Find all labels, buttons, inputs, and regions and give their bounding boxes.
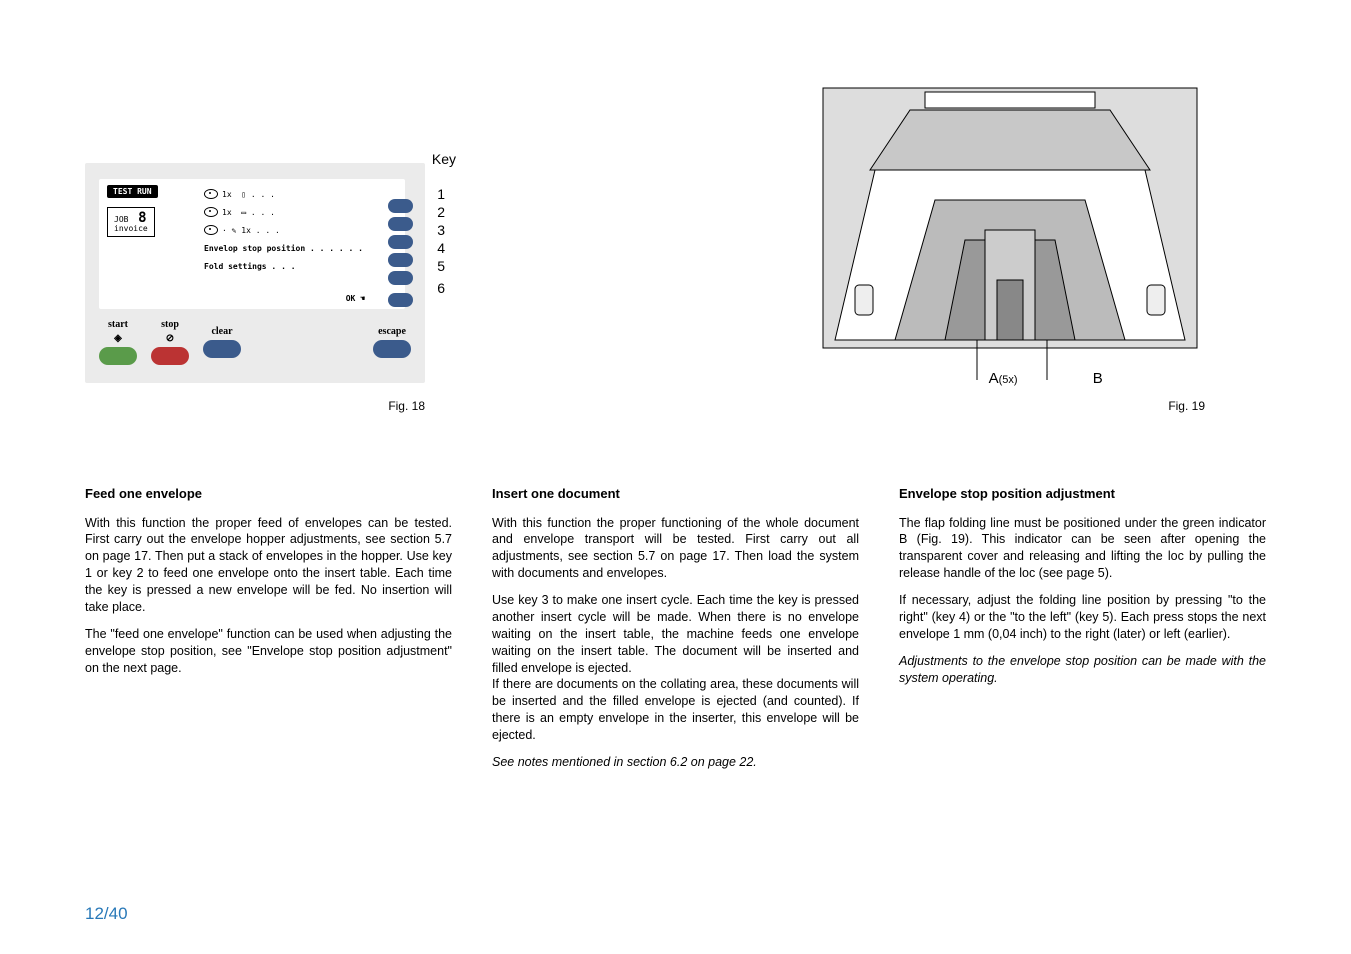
col3-p2: If necessary, adjust the folding line po… [899,592,1266,643]
stop-button: stop ⊘ [151,319,189,365]
fig19-labels: A(5x) B [815,370,1205,387]
col3-p3: Adjustments to the envelope stop positio… [899,653,1266,687]
column-feed-one-envelope: Feed one envelope With this function the… [85,485,452,781]
column-insert-one-document: Insert one document With this function t… [492,485,859,781]
key-number-labels: 1 2 3 4 5 6 [437,185,445,297]
figure-18: Key TEST RUN JOB 8 invoice 1x ▯ . . . 1x… [85,163,425,413]
column-envelope-stop-position: Envelope stop position adjustment The fl… [899,485,1266,781]
col2-title: Insert one document [492,485,859,503]
lcd-screen: TEST RUN JOB 8 invoice 1x ▯ . . . 1x ▭ .… [99,179,405,309]
col2-p3: If there are documents on the collating … [492,676,859,744]
fig18-caption: Fig. 18 [85,399,425,413]
col2-p1: With this function the proper functionin… [492,515,859,583]
machine-diagram [815,80,1205,390]
ok-label: OK ☚ [346,294,365,303]
softkey-4 [388,253,413,267]
col1-p1: With this function the proper feed of en… [85,515,452,616]
softkey-1 [388,199,413,213]
job-label: JOB [114,215,128,224]
col1-title: Feed one envelope [85,485,452,503]
softkey-5 [388,271,413,285]
lcd-row-2: 1x ▭ . . . [222,208,395,217]
eye-icon [204,207,218,217]
softkey-6 [388,293,413,307]
lcd-row-3: · ✎ 1x . . . [222,226,395,235]
test-run-badge: TEST RUN [107,185,158,198]
lcd-row-1: 1x ▯ . . . [222,190,395,199]
eye-icon [204,189,218,199]
page-number: 12/40 [85,904,128,924]
col2-p4: See notes mentioned in section 6.2 on pa… [492,754,859,771]
softkey-3 [388,235,413,249]
col1-p2: The "feed one envelope" function can be … [85,626,452,677]
col3-p1: The flap folding line must be positioned… [899,515,1266,583]
key-title: Key [432,151,456,167]
control-panel-illustration: Key TEST RUN JOB 8 invoice 1x ▯ . . . 1x… [85,163,425,383]
clear-button: clear [203,326,241,358]
start-button: start ◈ [99,319,137,365]
fig19-caption: Fig. 19 [815,399,1205,413]
escape-button: escape [373,326,411,358]
lcd-row-5: Fold settings . . . [204,262,395,271]
lcd-row-4: Envelop stop position . . . . . . [204,244,395,253]
job-box: JOB 8 invoice [107,207,155,237]
softkey-2 [388,217,413,231]
job-name: invoice [114,224,148,233]
figure-19: A(5x) B Fig. 19 [815,80,1205,413]
col2-p2: Use key 3 to make one insert cycle. Each… [492,592,859,676]
col3-title: Envelope stop position adjustment [899,485,1266,503]
eye-icon [204,225,218,235]
